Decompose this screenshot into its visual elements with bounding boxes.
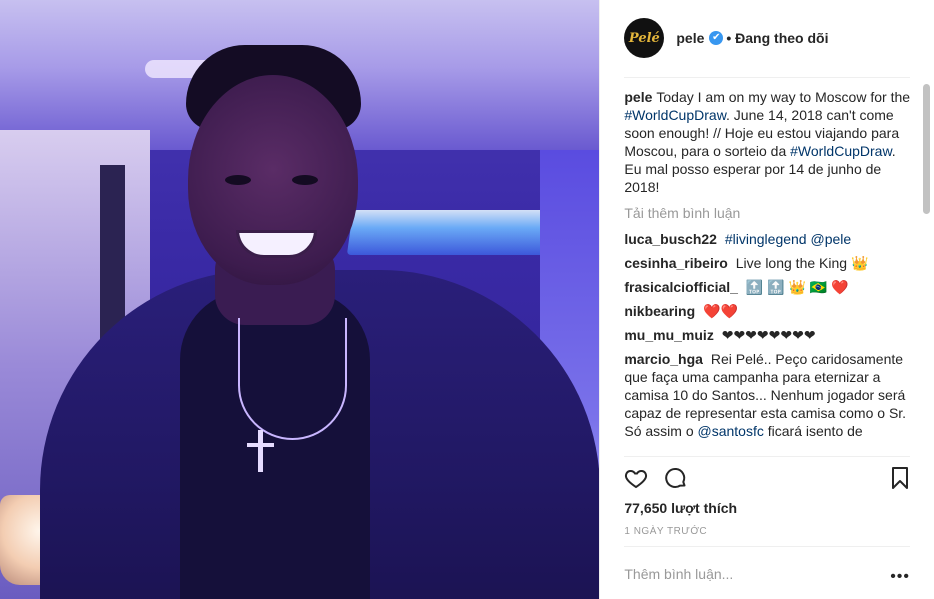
comment-username[interactable]: cesinha_ribeiro — [624, 255, 728, 271]
load-more-comments-button[interactable]: Tải thêm bình luận — [624, 204, 910, 222]
post-photo[interactable] — [0, 0, 600, 599]
photo-cross-pendant — [258, 430, 263, 472]
post-header: Pelé pele ✔ • Đang theo dõi — [600, 0, 934, 78]
avatar[interactable]: Pelé — [624, 18, 665, 58]
more-options-icon[interactable]: ••• — [890, 568, 910, 586]
caption-hashtag[interactable]: #WorldCupDraw — [624, 107, 726, 123]
photo-cross-pendant-bar — [247, 443, 274, 447]
photo-necklace-chain — [238, 318, 347, 440]
heart-icon[interactable] — [624, 466, 648, 490]
comments-list[interactable]: pele Today I am on my way to Moscow for t… — [624, 88, 910, 456]
comment-text: 🔝 🔝 👑 🇧🇷 ❤️ — [745, 279, 849, 295]
caption-text-1: Today I am on my way to Moscow for the — [656, 89, 911, 105]
comment-icon[interactable] — [664, 466, 688, 490]
caption: pele Today I am on my way to Moscow for t… — [624, 88, 910, 196]
comments-scrollbar[interactable] — [923, 84, 930, 214]
comments-divider — [624, 456, 911, 457]
comment-username[interactable]: mu_mu_muiz — [624, 327, 713, 343]
comment-text: ❤❤❤❤❤❤❤❤ — [721, 327, 816, 343]
comment-username[interactable]: nikbearing — [624, 303, 695, 319]
comment-username[interactable]: marcio_hga — [624, 351, 703, 367]
comment-mention[interactable]: @pele — [810, 231, 851, 247]
comment-item: frasicalciofficial_ 🔝 🔝 👑 🇧🇷 ❤️ — [624, 278, 910, 296]
photo-strip-light — [346, 210, 564, 255]
comment-username[interactable]: frasicalciofficial_ — [624, 279, 738, 295]
comment-item: nikbearing ❤️❤️ — [624, 302, 910, 320]
comment-item: mu_mu_muiz ❤❤❤❤❤❤❤❤ — [624, 326, 910, 344]
caption-hashtag[interactable]: #WorldCupDraw — [790, 143, 892, 159]
comment-mention[interactable]: @santosfc — [698, 423, 764, 439]
bookmark-icon[interactable] — [888, 466, 912, 490]
action-bar — [624, 466, 910, 492]
post-side-panel: Pelé pele ✔ • Đang theo dõi pele Today I … — [599, 0, 934, 599]
comment-item: cesinha_ribeiro Live long the King 👑 — [624, 254, 910, 272]
comment-text: Live long the King 👑 — [735, 255, 869, 271]
comment-hashtag[interactable]: #livinglegend — [725, 231, 807, 247]
header-username[interactable]: pele — [676, 30, 704, 46]
comment-item: marcio_hga Rei Pelé.. Peço caridosamente… — [624, 350, 910, 440]
photo-person-eye-right — [292, 175, 318, 185]
verified-badge-icon: ✔ — [709, 31, 724, 45]
caption-username[interactable]: pele — [624, 89, 652, 105]
instagram-post: Pelé pele ✔ • Đang theo dõi pele Today I … — [0, 0, 934, 599]
comment-username[interactable]: luca_busch22 — [624, 231, 717, 247]
avatar-logo-text: Pelé — [628, 30, 660, 46]
photo-person-eye-left — [225, 175, 251, 185]
post-timestamp[interactable]: 1 NGÀY TRƯỚC — [624, 526, 707, 537]
header-divider — [624, 77, 911, 78]
comment-text: ❤️❤️ — [703, 303, 738, 319]
follow-status-button[interactable]: • Đang theo dõi — [726, 30, 828, 46]
comment-item: luca_busch22 #livinglegend @pele — [624, 230, 910, 248]
likes-count[interactable]: 77,650 lượt thích — [624, 500, 737, 516]
add-comment-input[interactable]: Thêm bình luận... — [624, 566, 733, 582]
comment-text-tail: ficará isento de — [767, 423, 863, 439]
add-comment-divider — [624, 546, 911, 547]
